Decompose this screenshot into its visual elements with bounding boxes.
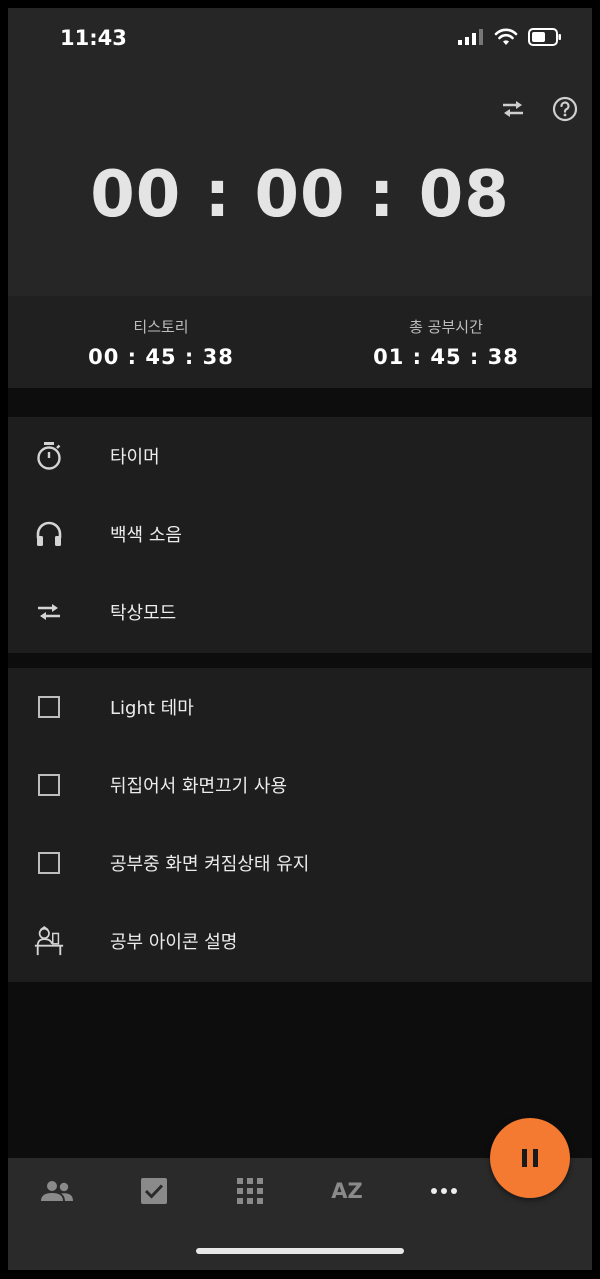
people-icon[interactable]	[37, 1176, 77, 1206]
app-screen: 11:43 00: 00: 08 티스토리 00: 45: 38 총 공…	[8, 8, 592, 1270]
light-theme-checkbox[interactable]	[38, 696, 60, 718]
stat-label: 총 공부시간	[409, 318, 483, 336]
setting-study-icon-help[interactable]: 공부 아이콘 설명	[8, 902, 592, 980]
wifi-icon	[494, 28, 518, 45]
stat-subject: 티스토리 00 : 45 : 38	[41, 316, 281, 369]
help-icon[interactable]	[552, 96, 578, 122]
stats-panel: 티스토리 00 : 45 : 38 총 공부시간 01 : 45 : 38	[8, 296, 592, 388]
home-indicator[interactable]	[196, 1248, 404, 1254]
setting-keep-screen-on[interactable]: 공부중 화면 켜짐상태 유지	[8, 824, 592, 902]
menu-item-timer[interactable]: 타이머	[8, 417, 592, 495]
stat-total: 총 공부시간 01 : 45 : 38	[326, 316, 566, 369]
checkbox-wrap	[33, 769, 65, 801]
az-sort-icon[interactable]: AZ	[327, 1176, 367, 1206]
grid-icon[interactable]	[230, 1176, 270, 1206]
setting-label: 공부 아이콘 설명	[110, 932, 238, 953]
setting-label: Light 테마	[110, 698, 194, 719]
swap-arrows-icon	[33, 596, 65, 628]
study-person-icon	[33, 925, 65, 957]
stat-value: 00 : 45 : 38	[88, 345, 234, 369]
menu-item-white-noise[interactable]: 백색 소음	[8, 495, 592, 573]
more-icon[interactable]	[424, 1176, 464, 1206]
pause-icon	[522, 1149, 538, 1167]
header-actions	[500, 96, 578, 122]
pause-button[interactable]	[490, 1118, 570, 1198]
flip-screen-off-checkbox[interactable]	[38, 774, 60, 796]
status-icons	[458, 28, 562, 46]
menu-item-label: 타이머	[110, 447, 160, 468]
menu-item-label: 탁상모드	[110, 603, 177, 624]
menu-item-desk-mode[interactable]: 탁상모드	[8, 573, 592, 651]
swap-mode-icon[interactable]	[500, 99, 526, 119]
az-sort-label: AZ	[331, 1179, 363, 1203]
menu-section: 타이머 백색 소음 탁상모드	[8, 417, 592, 653]
stat-value: 01 : 45 : 38	[373, 345, 519, 369]
stopwatch-icon	[33, 440, 65, 472]
headphones-icon	[33, 518, 65, 550]
timer-header: 11:43 00: 00: 08	[8, 8, 592, 296]
stat-label: 티스토리	[133, 318, 189, 336]
status-time: 11:43	[60, 26, 127, 50]
setting-flip-screen-off[interactable]: 뒤집어서 화면끄기 사용	[8, 746, 592, 824]
checkbox-wrap	[33, 847, 65, 879]
setting-light-theme[interactable]: Light 테마	[8, 668, 592, 746]
battery-icon	[528, 28, 561, 46]
keep-screen-on-checkbox[interactable]	[38, 852, 60, 874]
checkbox-wrap	[33, 691, 65, 723]
setting-label: 공부중 화면 켜짐상태 유지	[110, 854, 310, 875]
setting-label: 뒤집어서 화면끄기 사용	[110, 776, 288, 797]
menu-item-label: 백색 소음	[110, 525, 182, 546]
cellular-signal-icon	[458, 29, 483, 45]
checkbox-checked-icon[interactable]	[134, 1176, 174, 1206]
settings-section: Light 테마 뒤집어서 화면끄기 사용 공부중 화면 켜짐상태 유지 공부 …	[8, 668, 592, 982]
elapsed-timer: 00 : 00 : 08	[90, 158, 510, 232]
